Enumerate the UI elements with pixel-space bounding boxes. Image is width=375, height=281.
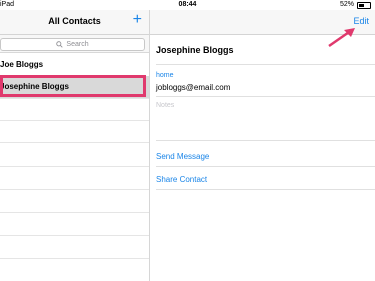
email-value[interactable]: jobloggs@email.com xyxy=(156,83,230,92)
divider xyxy=(156,189,375,190)
send-message-button[interactable]: Send Message xyxy=(156,152,209,161)
list-divider xyxy=(0,189,149,190)
list-divider xyxy=(0,212,149,213)
highlight-box xyxy=(0,75,146,97)
contact-name: Joe Bloggs xyxy=(0,60,44,69)
status-bar: iPad 08:44 52% xyxy=(0,0,375,10)
battery-icon xyxy=(357,1,371,9)
list-divider xyxy=(0,120,149,121)
search-icon xyxy=(56,41,64,48)
list-divider xyxy=(0,142,149,143)
page-title: All Contacts xyxy=(48,16,101,26)
divider xyxy=(156,166,375,167)
edit-button[interactable]: Edit xyxy=(353,16,369,26)
battery-indicator: 52% xyxy=(340,0,371,10)
notes-field[interactable]: Notes xyxy=(156,102,174,109)
contacts-list-header: All Contacts + xyxy=(0,10,149,35)
divider xyxy=(156,140,375,141)
search-placeholder: Search xyxy=(66,41,89,48)
list-item[interactable]: Joe Bloggs xyxy=(0,54,149,77)
search-bar: Search xyxy=(0,35,149,53)
arrow-annotation-icon xyxy=(328,28,355,48)
share-contact-button[interactable]: Share Contact xyxy=(156,175,207,184)
search-input[interactable]: Search xyxy=(0,38,145,51)
divider xyxy=(156,64,375,65)
contacts-list-pane: All Contacts + Search xyxy=(0,10,150,281)
list-divider xyxy=(0,258,149,259)
list-divider xyxy=(0,235,149,236)
contact-detail-name: Josephine Bloggs xyxy=(156,45,234,55)
clock: 08:44 xyxy=(178,1,197,8)
battery-percent: 52% xyxy=(339,1,354,8)
divider xyxy=(156,96,375,97)
add-contact-button[interactable]: + xyxy=(133,11,142,29)
list-divider xyxy=(0,166,149,167)
email-label: home xyxy=(156,72,174,79)
